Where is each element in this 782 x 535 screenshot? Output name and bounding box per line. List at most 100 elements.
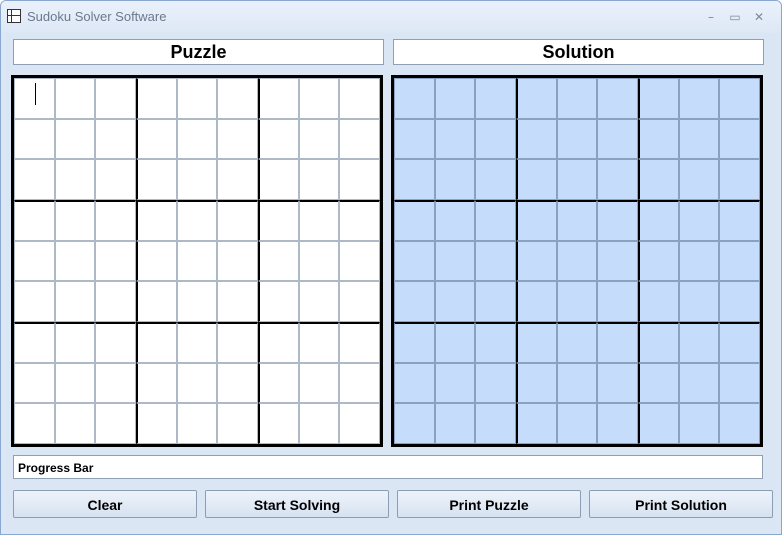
solution-cell[interactable] <box>434 78 476 119</box>
solution-cell[interactable] <box>678 78 720 119</box>
puzzle-cell[interactable] <box>217 322 258 363</box>
solution-cell[interactable] <box>556 322 598 363</box>
print-puzzle-button[interactable]: Print Puzzle <box>397 490 581 518</box>
solution-cell[interactable] <box>475 200 516 241</box>
puzzle-cell[interactable] <box>339 240 380 282</box>
solution-cell[interactable] <box>597 362 638 404</box>
start-solving-button[interactable]: Start Solving <box>205 490 389 518</box>
puzzle-cell[interactable] <box>217 118 258 160</box>
solution-cell[interactable] <box>434 322 476 363</box>
puzzle-cell[interactable] <box>95 322 136 363</box>
solution-cell[interactable] <box>475 322 516 363</box>
puzzle-cell[interactable] <box>258 281 299 322</box>
solution-cell[interactable] <box>719 403 760 444</box>
solution-cell[interactable] <box>394 200 435 241</box>
puzzle-cell[interactable] <box>54 159 96 200</box>
puzzle-cell[interactable] <box>54 322 96 363</box>
solution-cell[interactable] <box>719 118 760 160</box>
solution-cell[interactable] <box>597 200 638 241</box>
puzzle-cell[interactable] <box>176 240 218 282</box>
puzzle-cell[interactable] <box>298 78 340 119</box>
solution-cell[interactable] <box>434 159 476 200</box>
puzzle-cell[interactable] <box>217 362 258 404</box>
solution-cell[interactable] <box>678 281 720 322</box>
puzzle-cell[interactable] <box>14 159 55 200</box>
solution-cell[interactable] <box>516 403 557 444</box>
solution-cell[interactable] <box>394 159 435 200</box>
maximize-button[interactable]: ▭ <box>725 7 745 27</box>
solution-cell[interactable] <box>516 200 557 241</box>
solution-cell[interactable] <box>597 78 638 119</box>
solution-cell[interactable] <box>719 240 760 282</box>
puzzle-cell[interactable] <box>258 240 299 282</box>
solution-cell[interactable] <box>556 200 598 241</box>
puzzle-cell[interactable] <box>339 78 380 119</box>
solution-cell[interactable] <box>516 362 557 404</box>
solution-cell[interactable] <box>638 78 679 119</box>
solution-cell[interactable] <box>475 362 516 404</box>
solution-cell[interactable] <box>434 200 476 241</box>
solution-cell[interactable] <box>678 362 720 404</box>
solution-cell[interactable] <box>638 362 679 404</box>
print-solution-button[interactable]: Print Solution <box>589 490 773 518</box>
solution-cell[interactable] <box>394 240 435 282</box>
puzzle-cell[interactable] <box>14 200 55 241</box>
solution-cell[interactable] <box>516 78 557 119</box>
puzzle-cell[interactable] <box>95 78 136 119</box>
solution-cell[interactable] <box>556 281 598 322</box>
puzzle-cell[interactable] <box>298 403 340 444</box>
solution-cell[interactable] <box>516 322 557 363</box>
solution-cell[interactable] <box>556 78 598 119</box>
puzzle-cell[interactable] <box>136 78 177 119</box>
solution-cell[interactable] <box>678 403 720 444</box>
puzzle-cell[interactable] <box>258 118 299 160</box>
puzzle-cell[interactable] <box>217 78 258 119</box>
puzzle-cell[interactable] <box>258 159 299 200</box>
solution-cell[interactable] <box>719 362 760 404</box>
puzzle-cell[interactable] <box>14 118 55 160</box>
solution-cell[interactable] <box>394 78 435 119</box>
puzzle-cell[interactable] <box>339 281 380 322</box>
solution-cell[interactable] <box>394 281 435 322</box>
solution-cell[interactable] <box>597 118 638 160</box>
solution-cell[interactable] <box>394 118 435 160</box>
puzzle-cell[interactable] <box>176 281 218 322</box>
puzzle-cell[interactable] <box>136 240 177 282</box>
solution-cell[interactable] <box>678 322 720 363</box>
solution-cell[interactable] <box>556 362 598 404</box>
puzzle-cell[interactable] <box>54 240 96 282</box>
puzzle-cell[interactable] <box>95 281 136 322</box>
solution-cell[interactable] <box>394 403 435 444</box>
puzzle-cell[interactable] <box>339 159 380 200</box>
puzzle-cell[interactable] <box>298 159 340 200</box>
solution-cell[interactable] <box>516 159 557 200</box>
solution-cell[interactable] <box>638 281 679 322</box>
puzzle-cell[interactable] <box>136 118 177 160</box>
solution-cell[interactable] <box>434 240 476 282</box>
puzzle-cell[interactable] <box>339 362 380 404</box>
solution-cell[interactable] <box>394 322 435 363</box>
puzzle-cell[interactable] <box>95 159 136 200</box>
puzzle-cell[interactable] <box>54 403 96 444</box>
puzzle-cell[interactable] <box>176 200 218 241</box>
solution-cell[interactable] <box>597 403 638 444</box>
solution-cell[interactable] <box>678 118 720 160</box>
solution-cell[interactable] <box>719 281 760 322</box>
puzzle-cell[interactable] <box>176 403 218 444</box>
solution-cell[interactable] <box>638 118 679 160</box>
puzzle-cell[interactable] <box>136 403 177 444</box>
puzzle-cell[interactable] <box>258 78 299 119</box>
puzzle-cell[interactable] <box>54 281 96 322</box>
solution-cell[interactable] <box>475 403 516 444</box>
puzzle-cell[interactable] <box>95 118 136 160</box>
solution-cell[interactable] <box>434 118 476 160</box>
solution-cell[interactable] <box>719 78 760 119</box>
solution-cell[interactable] <box>597 240 638 282</box>
puzzle-cell[interactable] <box>217 200 258 241</box>
puzzle-cell[interactable] <box>217 403 258 444</box>
solution-cell[interactable] <box>556 403 598 444</box>
puzzle-cell[interactable] <box>136 281 177 322</box>
solution-cell[interactable] <box>394 362 435 404</box>
puzzle-cell[interactable] <box>339 118 380 160</box>
puzzle-cell[interactable] <box>136 159 177 200</box>
